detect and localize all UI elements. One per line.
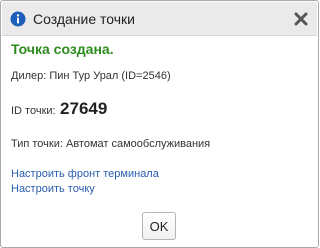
point-id-label: ID точки: bbox=[11, 105, 56, 117]
success-message: Точка создана. bbox=[11, 41, 114, 57]
close-icon[interactable] bbox=[293, 11, 309, 27]
dealer-info: Дилер: Пин Тур Урал (ID=2546) bbox=[11, 70, 171, 82]
create-point-dialog: Создание точки Точка создана. Дилер: Пин… bbox=[0, 0, 319, 248]
dialog-titlebar: Создание точки bbox=[2, 2, 317, 36]
point-id-row: ID точки: 27649 bbox=[11, 99, 107, 121]
dialog-title: Создание точки bbox=[33, 11, 136, 27]
point-id-value: 27649 bbox=[60, 99, 108, 118]
configure-point-link[interactable]: Настроить точку bbox=[11, 182, 95, 196]
configure-terminal-front-link[interactable]: Настроить фронт терминала bbox=[11, 167, 159, 181]
ok-button[interactable]: OK bbox=[142, 212, 176, 240]
info-icon bbox=[10, 11, 26, 27]
point-type: Тип точки: Автомат самообслуживания bbox=[11, 138, 211, 150]
